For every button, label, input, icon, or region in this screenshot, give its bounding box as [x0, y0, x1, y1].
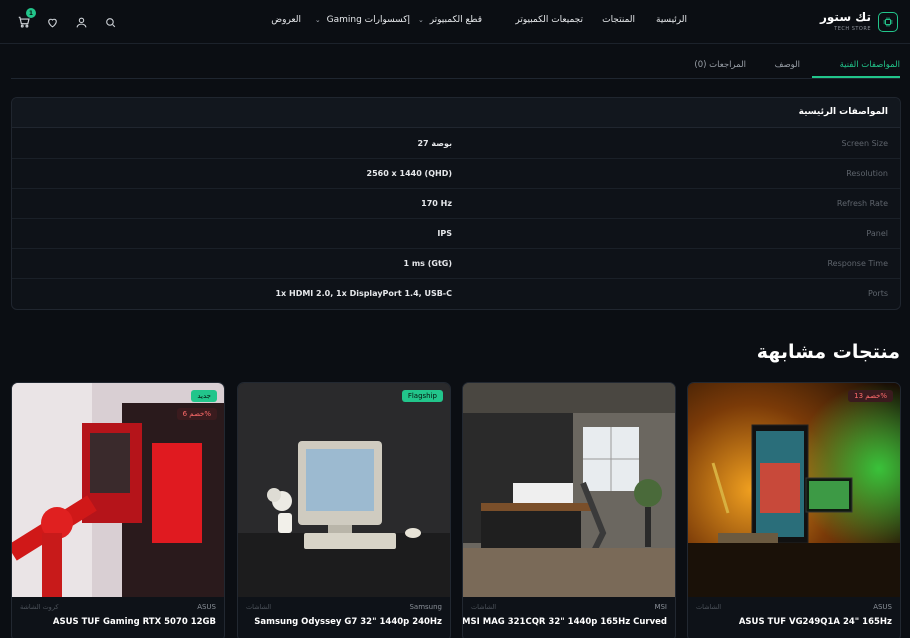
chevron-down-icon: ⌄	[417, 16, 424, 24]
product-card[interactable]: جديد خصم 6% ASUS كروت الشاشة ASUS TUF Ga…	[11, 382, 225, 638]
logo-title[interactable]: تك ستور	[820, 10, 871, 24]
active-tab-indicator	[812, 76, 900, 78]
product-card[interactable]: MSI الشاشات MSI MAG 321CQR 32" 1440p 165…	[462, 382, 676, 638]
product-name[interactable]: ASUS TUF VG249Q1A 24" 165Hz	[739, 617, 892, 627]
spec-value: 27 بوصة	[417, 139, 452, 148]
product-card[interactable]: Flagship Samsung الشاشات Samsung Odyssey…	[237, 382, 451, 638]
spec-row: Panel IPS	[12, 219, 900, 249]
spec-key: Response Time	[827, 259, 888, 268]
tabs-divider	[11, 78, 900, 79]
nav-pc-parts-label: قطع الكمبيوتر	[429, 15, 482, 25]
product-category: الشاشات	[246, 603, 272, 611]
spec-value: 170 Hz	[421, 199, 452, 208]
tab-description[interactable]: الوصف	[775, 60, 800, 70]
nav-home[interactable]: الرئيسية	[656, 15, 687, 25]
product-name[interactable]: Samsung Odyssey G7 32" 1440p 240Hz	[254, 617, 442, 627]
product-category: الشاشات	[696, 603, 722, 611]
search-icon[interactable]	[102, 14, 118, 30]
chip-logo-icon[interactable]	[878, 12, 898, 32]
product-name[interactable]: MSI MAG 321CQR 32" 1440p 165Hz Curved	[463, 617, 667, 627]
spec-row: Screen Size 27 بوصة	[12, 129, 900, 159]
flagship-badge: Flagship	[401, 390, 443, 402]
product-brand: Samsung	[409, 603, 442, 611]
new-badge: جديد	[191, 390, 217, 402]
product-name[interactable]: ASUS TUF Gaming RTX 5070 12GB	[53, 617, 216, 627]
related-products-title: منتجات مشابهة	[756, 341, 900, 363]
spec-value: 1 ms (GtG)	[403, 259, 452, 268]
spec-value: 1x HDMI 2.0, 1x DisplayPort 1.4, USB-C	[275, 289, 452, 298]
spec-key: Refresh Rate	[836, 199, 888, 208]
discount-badge: خصم 6%	[176, 408, 217, 420]
specifications-heading: المواصفات الرئيسية	[798, 107, 888, 117]
product-image[interactable]	[688, 383, 900, 597]
product-brand: ASUS	[873, 603, 892, 611]
product-category: الشاشات	[471, 603, 497, 611]
product-brand: MSI	[654, 603, 667, 611]
tab-reviews[interactable]: المراجعات (0)	[694, 60, 746, 70]
tab-specifications[interactable]: المواصفات الفنية	[840, 60, 900, 70]
nav-pc-builds[interactable]: تجميعات الكمبيوتر	[515, 15, 583, 25]
nav-pc-parts[interactable]: قطع الكمبيوتر ⌄	[418, 15, 482, 25]
product-image[interactable]	[238, 383, 450, 597]
spec-key: Resolution	[846, 169, 888, 178]
spec-row: Resolution 2560 x 1440 (QHD)	[12, 159, 900, 189]
product-image[interactable]	[463, 383, 675, 597]
spec-value: 2560 x 1440 (QHD)	[366, 169, 453, 178]
spec-key: Screen Size	[841, 139, 888, 148]
spec-row: Response Time 1 ms (GtG)	[12, 249, 900, 279]
cart-count-badge: 1	[26, 8, 36, 18]
specifications-table: المواصفات الرئيسية Screen Size 27 بوصة R…	[11, 97, 901, 310]
nav-products[interactable]: المنتجات	[602, 15, 635, 25]
nav-gaming-label: إكسسوارات Gaming	[326, 15, 410, 25]
site-header: 1 الرئيسية المنتجات تجميعات الكمبيوتر قط…	[0, 0, 910, 44]
user-icon[interactable]	[73, 14, 89, 30]
chevron-down-icon: ⌄	[314, 16, 321, 24]
logo-subtitle: TECH STORE	[834, 26, 871, 32]
spec-row: Refresh Rate 170 Hz	[12, 189, 900, 219]
heart-icon[interactable]	[44, 14, 60, 30]
product-brand: ASUS	[197, 603, 216, 611]
specifications-heading-row: المواصفات الرئيسية	[12, 98, 900, 128]
product-card[interactable]: خصم 13% ASUS الشاشات ASUS TUF VG249Q1A 2…	[687, 382, 901, 638]
product-category: كروت الشاشة	[20, 603, 59, 611]
spec-value: IPS	[437, 229, 452, 238]
spec-key: Ports	[867, 289, 888, 298]
nav-gaming-accessories[interactable]: إكسسوارات Gaming ⌄	[315, 15, 410, 25]
discount-badge: خصم 13%	[848, 390, 893, 402]
spec-key: Panel	[866, 229, 888, 238]
nav-offers[interactable]: العروض	[271, 15, 301, 25]
spec-row: Ports 1x HDMI 2.0, 1x DisplayPort 1.4, U…	[12, 279, 900, 309]
